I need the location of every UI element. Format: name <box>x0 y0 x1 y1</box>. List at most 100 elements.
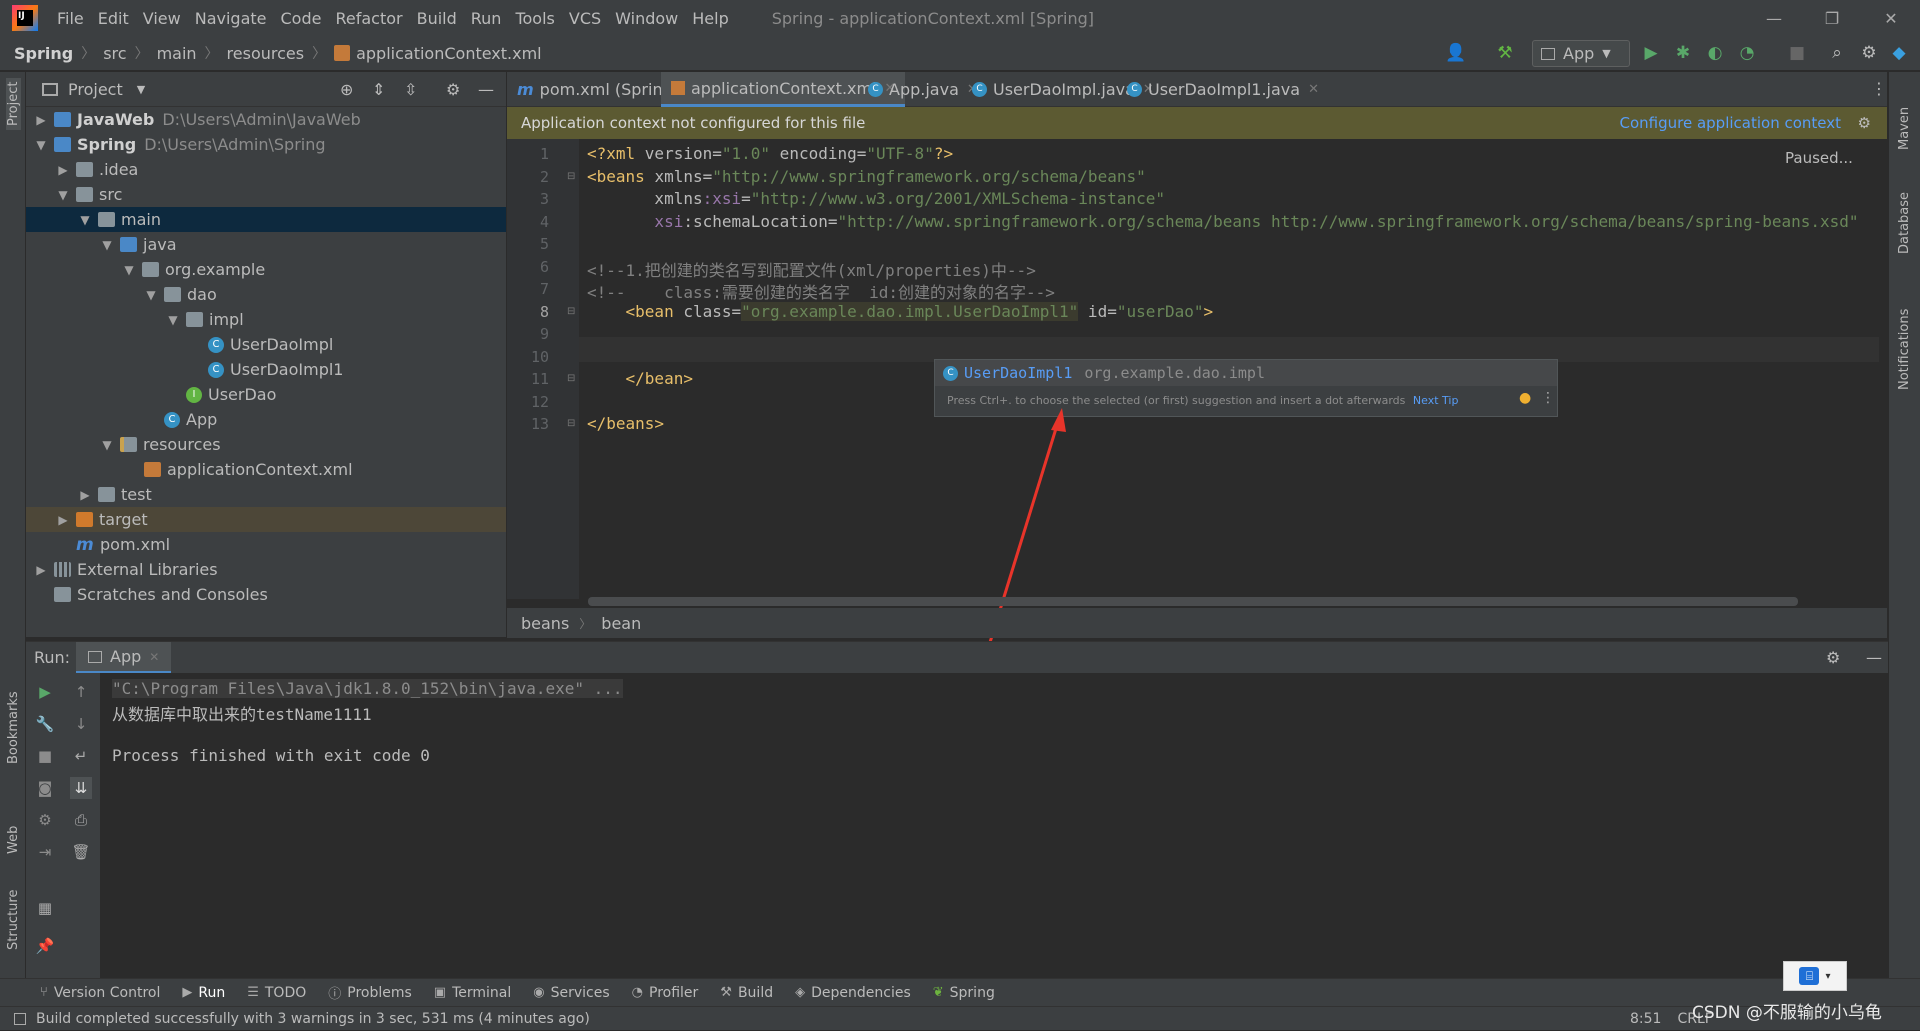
menu-navigate[interactable]: Navigate <box>188 9 274 28</box>
horizontal-scrollbar[interactable] <box>588 597 1798 606</box>
stop-icon[interactable]: ■ <box>1786 42 1808 64</box>
chevron-down-icon[interactable]: ▼ <box>166 313 180 327</box>
next-tip-link[interactable]: Next Tip <box>1413 394 1459 407</box>
tree-item-src[interactable]: ▼ src <box>26 182 506 207</box>
breadcrumb-file[interactable]: applicationContext.xml <box>356 44 542 63</box>
project-panel-title[interactable]: Project <box>68 80 123 99</box>
close-tab-icon[interactable]: ✕ <box>149 650 159 664</box>
run-icon[interactable]: ▶ <box>1640 42 1662 64</box>
close-tab-icon[interactable]: ✕ <box>1308 82 1319 97</box>
status-toggle-icon[interactable] <box>14 1012 26 1025</box>
chevron-right-icon[interactable]: ▶ <box>78 488 92 502</box>
close-icon[interactable]: ✕ <box>1862 0 1920 36</box>
menu-run[interactable]: Run <box>464 9 509 28</box>
pin-icon[interactable]: 📌 <box>34 935 56 957</box>
tree-item-app[interactable]: C App <box>26 407 506 432</box>
tree-item-dao[interactable]: ▼ dao <box>26 282 506 307</box>
tree-item-impl[interactable]: ▼ impl <box>26 307 506 332</box>
fold-icon[interactable]: ⊟ <box>567 373 575 384</box>
settings-gear-icon[interactable]: ⚙ <box>1858 42 1880 64</box>
breadcrumb-project[interactable]: Spring <box>14 44 73 63</box>
tree-item-main[interactable]: ▼ main <box>26 207 506 232</box>
hide-icon[interactable]: — <box>1866 648 1882 667</box>
menu-help[interactable]: Help <box>685 9 735 28</box>
stripe-notifications[interactable]: Notifications <box>1897 309 1912 390</box>
chevron-down-icon[interactable]: ▼ <box>34 138 48 152</box>
configure-context-link[interactable]: Configure application context <box>1619 114 1841 132</box>
chevron-down-icon[interactable]: ▼ <box>137 83 145 96</box>
chevron-right-icon[interactable]: ▶ <box>34 563 48 577</box>
settings-gear-icon[interactable]: ⚙ <box>446 80 460 99</box>
breadcrumb-beans[interactable]: beans <box>521 614 569 633</box>
more-options-icon[interactable]: ⋮ <box>1871 79 1887 98</box>
stop-icon[interactable]: ■ <box>34 745 56 767</box>
search-icon[interactable]: ⌕ <box>1826 42 1848 64</box>
breadcrumb-main[interactable]: main <box>157 44 197 63</box>
stripe-database[interactable]: Database <box>1897 192 1912 254</box>
chevron-down-icon[interactable]: ▼ <box>122 263 136 277</box>
tool-services[interactable]: ◉ Services <box>533 985 609 1001</box>
settings-gear-icon[interactable]: ⚙ <box>1826 648 1840 667</box>
tool-terminal[interactable]: ▣ Terminal <box>434 985 511 1001</box>
tree-item-userdaoimpl1[interactable]: C UserDaoImpl1 <box>26 357 506 382</box>
arrow-down-icon[interactable]: ↓ <box>70 713 92 735</box>
tree-item-idea[interactable]: ▶ .idea <box>26 157 506 182</box>
fold-icon[interactable]: ⊟ <box>567 171 575 182</box>
tree-item-applicationcontext[interactable]: applicationContext.xml <box>26 457 506 482</box>
wrench-icon[interactable]: 🔧 <box>34 713 56 735</box>
trash-icon[interactable]: 🗑 <box>70 841 92 863</box>
chevron-down-icon[interactable]: ▼ <box>100 238 114 252</box>
completion-item[interactable]: C UserDaoImpl1 org.example.dao.impl <box>935 360 1557 386</box>
stripe-project[interactable]: Project <box>6 77 21 130</box>
tree-item-spring[interactable]: ▼ Spring D:\Users\Admin\Spring <box>26 132 506 157</box>
stripe-bookmarks[interactable]: Bookmarks <box>6 691 21 764</box>
menu-refactor[interactable]: Refactor <box>328 9 409 28</box>
tree-item-org-example[interactable]: ▼ org.example <box>26 257 506 282</box>
settings-gear-icon[interactable]: ⚙ <box>1858 114 1871 132</box>
menu-view[interactable]: View <box>136 9 188 28</box>
chevron-right-icon[interactable]: ▶ <box>34 113 48 127</box>
tree-item-userdaoimpl[interactable]: C UserDaoImpl <box>26 332 506 357</box>
print-icon[interactable]: ⎙ <box>70 809 92 831</box>
expand-all-icon[interactable]: ⇕ <box>372 80 385 99</box>
menu-file[interactable]: File <box>50 9 91 28</box>
chevron-down-icon[interactable]: ▼ <box>144 288 158 302</box>
tool-version-control[interactable]: ⑂ Version Control <box>40 985 160 1001</box>
caret-position[interactable]: 8:51 <box>1630 1011 1661 1027</box>
layout-icon[interactable]: ▦ <box>34 897 56 919</box>
locate-icon[interactable]: ⊕ <box>340 80 353 99</box>
chevron-down-icon[interactable]: ▼ <box>78 213 92 227</box>
fold-icon[interactable]: ⊟ <box>567 418 575 429</box>
menu-vcs[interactable]: VCS <box>562 9 608 28</box>
minimize-icon[interactable]: — <box>1745 0 1803 36</box>
build-hammer-icon[interactable]: ⚒ <box>1494 42 1516 64</box>
menu-build[interactable]: Build <box>410 9 464 28</box>
menu-tools[interactable]: Tools <box>508 9 561 28</box>
tree-item-java[interactable]: ▼ java <box>26 232 506 257</box>
collapse-all-icon[interactable]: ⇳ <box>404 80 417 99</box>
tool-build[interactable]: ⚒ Build <box>720 985 773 1001</box>
arrow-up-icon[interactable]: ↑ <box>70 681 92 703</box>
tool-run[interactable]: ▶ Run <box>182 985 225 1001</box>
lightbulb-icon[interactable]: ● <box>1519 390 1531 406</box>
breadcrumb-resources[interactable]: resources <box>227 44 305 63</box>
tree-item-pom[interactable]: m pom.xml <box>26 532 506 557</box>
tree-item-scratches[interactable]: Scratches and Consoles <box>26 582 506 607</box>
settings-gear-icon[interactable]: ⚙ <box>34 809 56 831</box>
run-tab-app[interactable]: App ✕ <box>76 642 172 674</box>
scroll-to-end-icon[interactable]: ⇊ <box>70 777 92 799</box>
debug-icon[interactable]: ✱ <box>1672 42 1694 64</box>
stripe-web[interactable]: Web <box>6 826 21 854</box>
chevron-right-icon[interactable]: ▶ <box>56 163 70 177</box>
more-options-icon[interactable]: ⋮ <box>1541 390 1555 406</box>
breadcrumb-bean[interactable]: bean <box>601 614 641 633</box>
rerun-icon[interactable]: ▶ <box>34 681 56 703</box>
coverage-icon[interactable]: ◐ <box>1704 42 1726 64</box>
chevron-right-icon[interactable]: ▶ <box>56 513 70 527</box>
tree-item-external-libraries[interactable]: ▶ External Libraries <box>26 557 506 582</box>
tree-item-target[interactable]: ▶ target <box>26 507 506 532</box>
tool-spring[interactable]: ❦ Spring <box>933 985 995 1001</box>
user-icon[interactable]: 👤 <box>1445 42 1467 64</box>
tool-todo[interactable]: ☰ TODO <box>247 985 306 1001</box>
profile-icon[interactable]: ◔ <box>1736 42 1758 64</box>
